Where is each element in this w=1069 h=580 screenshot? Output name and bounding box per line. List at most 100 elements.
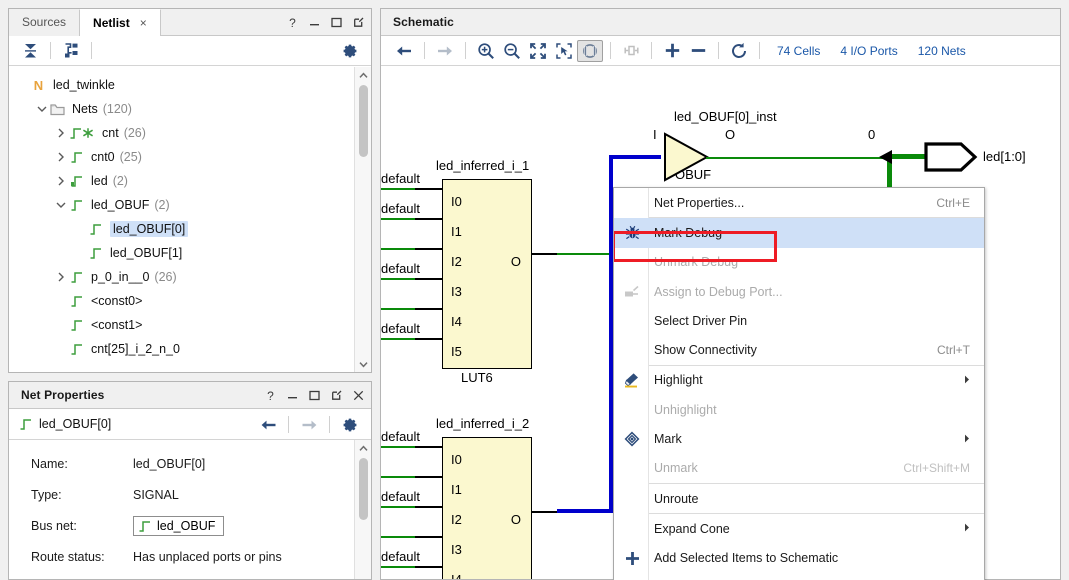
chevron-right-icon[interactable]: [53, 151, 69, 163]
tab-sources-label: Sources: [22, 15, 67, 29]
gear-icon[interactable]: [337, 414, 363, 436]
scroll-up-icon[interactable]: [355, 440, 372, 456]
netlist-tree-area: Nled_twinkle Nets (120) cnt (26) cnt0 (25) led (…: [9, 67, 371, 372]
bus-net-chip[interactable]: led_OBUF: [133, 515, 225, 536]
tree-item-led-twinkle[interactable]: Nled_twinkle: [9, 73, 371, 97]
scroll-thumb[interactable]: [358, 85, 368, 157]
tree-item-nets[interactable]: Nets (120): [9, 97, 371, 121]
menu-item-label: Unhighlight: [654, 402, 717, 417]
scroll-up-icon[interactable]: [355, 67, 372, 83]
netlist-tree[interactable]: Nled_twinkle Nets (120) cnt (26) cnt0 (25) led (…: [9, 67, 371, 361]
menu-item-label: Highlight: [654, 373, 703, 388]
netlist-window-buttons: ?: [286, 9, 365, 36]
menu-item-label: Mark Debug: [654, 225, 723, 240]
chevron-right-icon[interactable]: [53, 175, 69, 187]
float-icon[interactable]: [330, 389, 343, 402]
zoom-fit-icon[interactable]: [525, 40, 551, 62]
tree-item-cnt0[interactable]: cnt0 (25): [9, 145, 371, 169]
tab-netlist[interactable]: Netlist ×: [79, 8, 161, 37]
menu-item-expand-cone[interactable]: Expand Cone: [614, 514, 984, 543]
menu-item-unroute[interactable]: Unroute: [614, 484, 984, 513]
menu-item-highlight[interactable]: Highlight: [614, 366, 984, 395]
close-icon[interactable]: [352, 389, 365, 402]
lut2-input-stub-0: [415, 446, 443, 448]
net-properties-scrollbar[interactable]: [354, 440, 371, 579]
maximize-icon[interactable]: [330, 16, 343, 29]
lut1-pin-I0: I0: [451, 194, 462, 209]
close-icon[interactable]: ×: [136, 16, 147, 30]
forward-arrow-icon: [432, 40, 458, 62]
forward-arrow-icon: [296, 414, 322, 436]
menu-item-assign-to-debug-port: Assign to Debug Port...: [614, 277, 984, 306]
help-icon[interactable]: ?: [264, 389, 277, 402]
net-icon: [69, 294, 84, 308]
help-icon[interactable]: ?: [286, 16, 299, 29]
tree-item--const1-[interactable]: <const1>: [9, 313, 371, 337]
lut1-input-wire-1: [381, 218, 415, 220]
tree-item-cnt-25-i-2-n-0[interactable]: cnt[25]_i_2_n_0: [9, 337, 371, 361]
chevron-down-icon[interactable]: [53, 199, 69, 211]
lut1-input-wire-2: [381, 248, 415, 250]
menu-item-select-driver-pin[interactable]: Select Driver Pin: [614, 306, 984, 335]
highlight-icon: [622, 370, 642, 390]
minus-icon[interactable]: [685, 40, 711, 62]
tree-item-led-obuf-1-[interactable]: led_OBUF[1]: [9, 241, 371, 265]
lut2-pin-I2: I2: [451, 512, 462, 527]
chevron-right-icon[interactable]: [53, 271, 69, 283]
chevron-right-icon[interactable]: [53, 127, 69, 139]
collapse-all-icon[interactable]: [17, 40, 43, 62]
lut1-pin-I2: I2: [451, 254, 462, 269]
tree-item-p-0-in-0[interactable]: p_0_in__0 (26): [9, 265, 371, 289]
netlist-toolbar: [9, 36, 371, 66]
menu-item-mark[interactable]: Mark: [614, 424, 984, 453]
minimize-icon[interactable]: [286, 389, 299, 402]
zoom-in-icon[interactable]: [473, 40, 499, 62]
plus-icon[interactable]: [659, 40, 685, 62]
float-icon[interactable]: [352, 16, 365, 29]
lut1-body[interactable]: I0 I1 I2 I3 I4 I5 O: [442, 179, 532, 369]
net-properties-body: Name: led_OBUF[0] Type: SIGNAL Bus net: led_O…: [9, 440, 371, 579]
netlist-tabstrip: Sources Netlist ×: [9, 8, 161, 37]
lut1-pin-I4: I4: [451, 314, 462, 329]
menu-item-net-properties[interactable]: Net Properties... Ctrl+E: [614, 188, 984, 217]
zoom-out-icon[interactable]: [499, 40, 525, 62]
lut2-pin-I1: I1: [451, 482, 462, 497]
net-context-menu[interactable]: Net Properties... Ctrl+E Mark Debug Unmark …: [613, 187, 985, 580]
autofit-selection-icon[interactable]: [577, 39, 603, 62]
back-arrow-icon[interactable]: [391, 40, 417, 62]
schematic-stat-link[interactable]: 74 Cells: [767, 44, 830, 58]
maximize-icon[interactable]: [308, 389, 321, 402]
expand-cone-icon: [618, 40, 644, 62]
net-property-row: Name: led_OBUF[0]: [9, 448, 371, 479]
obuf-instance-label: led_OBUF[0]_inst: [674, 109, 777, 124]
menu-item-remove-selected-items-from-schematic[interactable]: Remove Selected Items from Schematic: [614, 573, 984, 580]
tree-item-led-obuf[interactable]: led_OBUF (2): [9, 193, 371, 217]
schematic-stat-link[interactable]: 120 Nets: [908, 44, 976, 58]
selected-net-wire-horizontal-top[interactable]: [609, 155, 661, 159]
menu-item-show-connectivity[interactable]: Show Connectivity Ctrl+T: [614, 335, 984, 364]
regenerate-icon[interactable]: [726, 40, 752, 62]
expand-hierarchy-icon[interactable]: [58, 40, 84, 62]
lut2-body[interactable]: I0 I1 I2 I3 I4 O: [442, 437, 532, 579]
scroll-down-icon[interactable]: [355, 356, 372, 372]
tree-item-led-obuf-0-[interactable]: led_OBUF[0]: [9, 217, 371, 241]
menu-item-add-selected-items-to-schematic[interactable]: Add Selected Items to Schematic: [614, 544, 984, 573]
tree-item-led[interactable]: led (2): [9, 169, 371, 193]
netlist-scrollbar[interactable]: [354, 67, 371, 372]
selected-net-wire-horizontal-bottom[interactable]: [557, 509, 613, 513]
tab-sources[interactable]: Sources: [9, 8, 80, 36]
menu-item-mark-debug[interactable]: Mark Debug: [614, 218, 984, 248]
menu-item-unmark-debug: Unmark Debug: [614, 248, 984, 277]
obuf-output-wire: [706, 156, 890, 159]
zoom-area-icon[interactable]: [551, 40, 577, 62]
tree-item--const0-[interactable]: <const0>: [9, 289, 371, 313]
lut2-input-label-4: default: [381, 549, 421, 564]
minimize-icon[interactable]: [308, 16, 321, 29]
scroll-thumb[interactable]: [358, 458, 368, 520]
chevron-down-icon[interactable]: [34, 103, 50, 115]
tree-item-cnt[interactable]: cnt (26): [9, 121, 371, 145]
gear-icon[interactable]: [337, 40, 363, 62]
schematic-stat-link[interactable]: 4 I/O Ports: [830, 44, 907, 58]
net-property-key: Name:: [31, 456, 68, 471]
back-arrow-icon[interactable]: [255, 414, 281, 436]
